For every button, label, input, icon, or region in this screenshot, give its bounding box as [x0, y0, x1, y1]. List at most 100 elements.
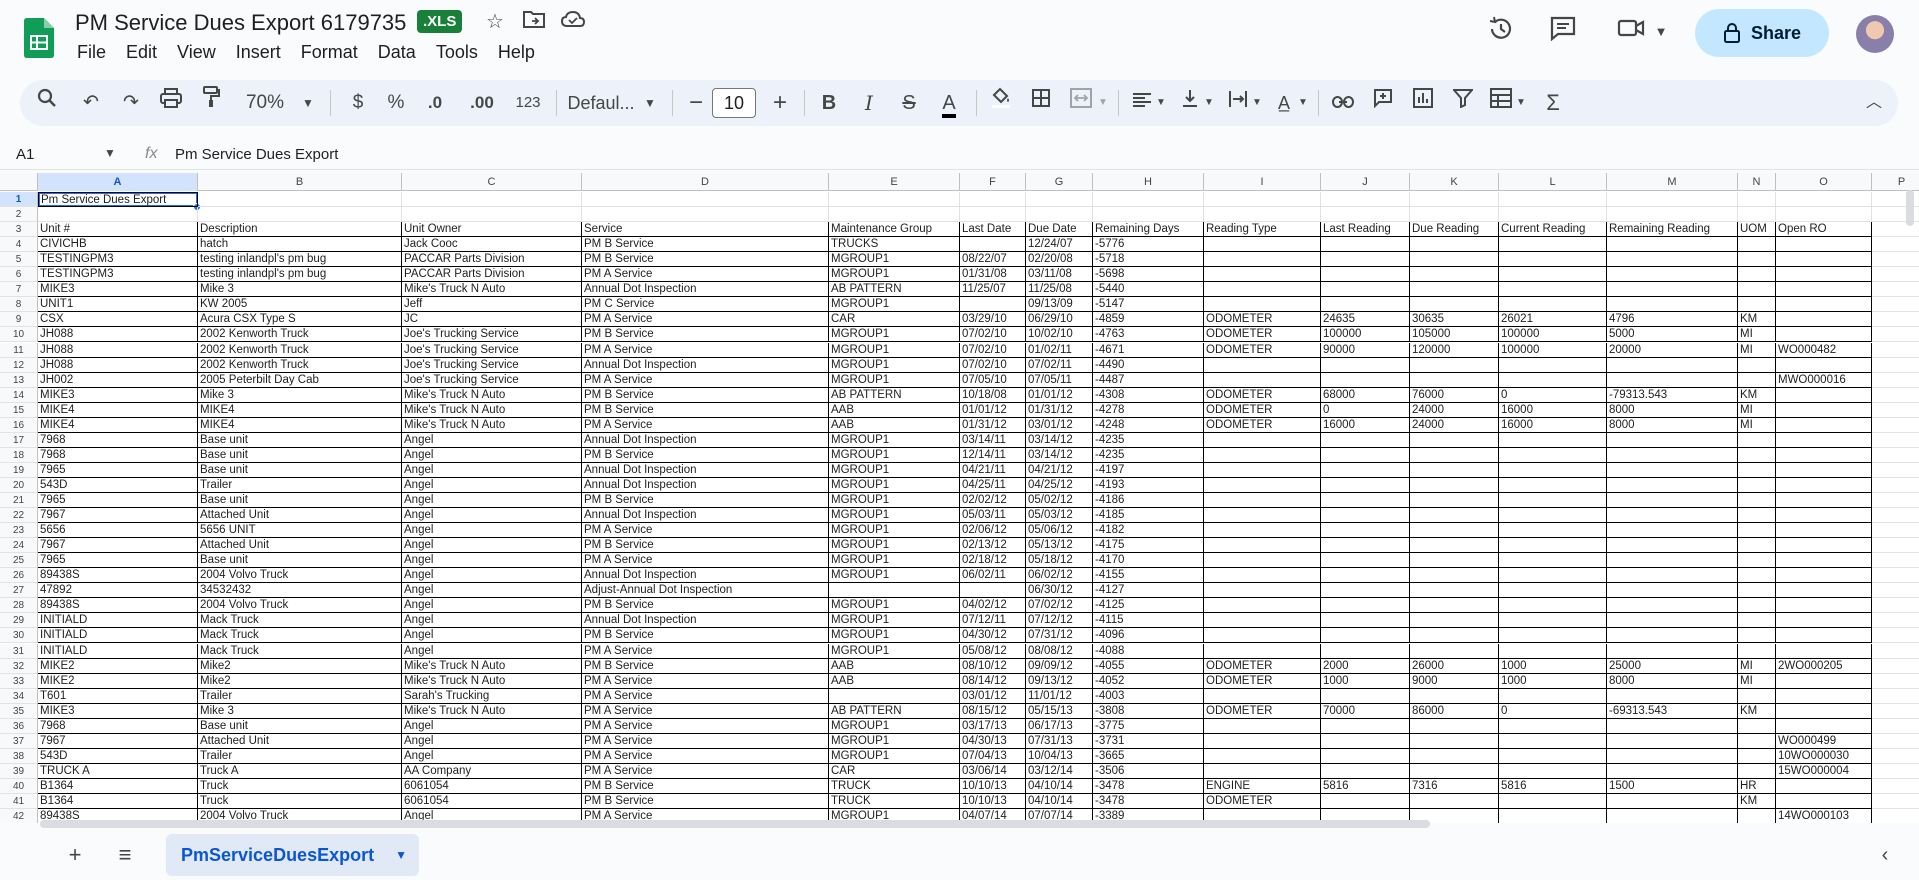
- cell[interactable]: [1321, 477, 1410, 493]
- column-header-c[interactable]: C: [402, 173, 582, 191]
- cell[interactable]: [960, 583, 1026, 599]
- row-header[interactable]: 38: [0, 748, 38, 764]
- menu-data[interactable]: Data: [378, 42, 416, 63]
- select-all-corner[interactable]: [0, 173, 38, 191]
- cell[interactable]: -4127: [1093, 583, 1204, 599]
- cell[interactable]: [1499, 553, 1607, 569]
- cell[interactable]: 08/15/12: [960, 703, 1026, 719]
- cell[interactable]: [1204, 462, 1321, 478]
- cell[interactable]: [1607, 462, 1738, 478]
- cell[interactable]: [1776, 192, 1872, 207]
- cell[interactable]: ODOMETER: [1204, 402, 1321, 418]
- cell[interactable]: 05/06/12: [1026, 523, 1093, 539]
- currency-format-button[interactable]: $: [346, 80, 370, 126]
- cell[interactable]: 01/02/11: [1026, 342, 1093, 358]
- cell[interactable]: 02/13/12: [960, 538, 1026, 554]
- cell[interactable]: Angel: [402, 432, 582, 448]
- cell[interactable]: WO000499: [1776, 733, 1872, 749]
- cell[interactable]: [1872, 644, 1919, 659]
- cell[interactable]: [1321, 372, 1410, 388]
- cell[interactable]: MGROUP1: [829, 643, 960, 659]
- cell[interactable]: [1410, 598, 1499, 614]
- cell[interactable]: [1872, 809, 1919, 823]
- cell[interactable]: MGROUP1: [829, 297, 960, 313]
- cell[interactable]: 06/30/12: [1026, 583, 1093, 599]
- cell[interactable]: [1410, 297, 1499, 313]
- cell[interactable]: [1321, 237, 1410, 253]
- cell[interactable]: [1499, 372, 1607, 388]
- cell[interactable]: PM C Service: [582, 297, 829, 313]
- cell[interactable]: [1321, 613, 1410, 629]
- cell[interactable]: [1776, 252, 1872, 268]
- cell[interactable]: MIKE2: [38, 673, 198, 689]
- cell[interactable]: [1776, 538, 1872, 554]
- cell[interactable]: [1872, 448, 1919, 463]
- cell[interactable]: [1872, 583, 1919, 599]
- menu-view[interactable]: View: [177, 42, 216, 63]
- collapse-toolbar-chevron-up-icon[interactable]: ︿: [1862, 80, 1886, 126]
- row-header[interactable]: 27: [0, 583, 38, 599]
- cell[interactable]: [1776, 237, 1872, 253]
- cell[interactable]: [1410, 477, 1499, 493]
- column-header-p[interactable]: P: [1872, 173, 1919, 191]
- cell[interactable]: [1321, 508, 1410, 524]
- row-header[interactable]: 33: [0, 673, 38, 689]
- cell[interactable]: [1607, 598, 1738, 614]
- cell[interactable]: 2005 Peterbilt Day Cab: [198, 372, 402, 388]
- cell[interactable]: Current Reading: [1499, 222, 1607, 238]
- more-formats-button[interactable]: 123: [510, 80, 546, 126]
- zoom-chevron-down-icon[interactable]: ▼: [300, 80, 316, 126]
- cell[interactable]: MI: [1738, 417, 1776, 433]
- cell[interactable]: 7967: [38, 733, 198, 749]
- cell[interactable]: 105000: [1410, 327, 1499, 343]
- cell[interactable]: [1499, 493, 1607, 508]
- cell[interactable]: 7965: [38, 553, 198, 569]
- cell[interactable]: [1499, 297, 1607, 313]
- undo-icon[interactable]: ↶: [76, 80, 106, 126]
- cell[interactable]: [1872, 312, 1919, 328]
- cell[interactable]: CIVICHB: [38, 237, 198, 253]
- cell[interactable]: Sarah's Trucking: [402, 688, 582, 704]
- cell[interactable]: [1776, 327, 1872, 343]
- cell[interactable]: PM B Service: [582, 493, 829, 508]
- cell[interactable]: B1364: [38, 794, 198, 809]
- cell[interactable]: Last Reading: [1321, 222, 1410, 238]
- cell[interactable]: 06/02/12: [1026, 568, 1093, 584]
- cell[interactable]: -4193: [1093, 477, 1204, 493]
- cell[interactable]: Annual Dot Inspection: [582, 282, 829, 298]
- cell[interactable]: [829, 583, 960, 599]
- menu-format[interactable]: Format: [301, 42, 358, 63]
- cell[interactable]: Mike2: [198, 658, 402, 674]
- cell[interactable]: Angel: [402, 643, 582, 659]
- cell[interactable]: Annual Dot Inspection: [582, 462, 829, 478]
- cell[interactable]: 10/18/08: [960, 387, 1026, 403]
- row-header[interactable]: 37: [0, 733, 38, 749]
- cell[interactable]: PM B Service: [582, 237, 829, 253]
- cell[interactable]: MI: [1738, 658, 1776, 674]
- cell[interactable]: [1607, 237, 1738, 253]
- row-header[interactable]: 20: [0, 477, 38, 493]
- cell[interactable]: -4155: [1093, 568, 1204, 584]
- cell[interactable]: PM A Service: [582, 312, 829, 328]
- cell[interactable]: MGROUP1: [829, 508, 960, 524]
- row-header[interactable]: 14: [0, 387, 38, 403]
- cell[interactable]: -5440: [1093, 282, 1204, 298]
- cell[interactable]: [1204, 267, 1321, 283]
- cell[interactable]: [1499, 477, 1607, 493]
- cell[interactable]: MGROUP1: [829, 432, 960, 448]
- cell[interactable]: PM B Service: [582, 658, 829, 674]
- row-header[interactable]: 18: [0, 447, 38, 463]
- cell[interactable]: 2WO000205: [1776, 658, 1872, 674]
- cell[interactable]: Annual Dot Inspection: [582, 432, 829, 448]
- cell[interactable]: [1499, 613, 1607, 629]
- cell[interactable]: PM A Service: [582, 703, 829, 719]
- cell[interactable]: WO000482: [1776, 342, 1872, 358]
- row-header[interactable]: 39: [0, 763, 38, 779]
- row-header[interactable]: 13: [0, 372, 38, 388]
- cell[interactable]: [1410, 568, 1499, 584]
- cell[interactable]: [1738, 613, 1776, 629]
- cell[interactable]: 86000: [1410, 703, 1499, 719]
- cell[interactable]: [1872, 388, 1919, 403]
- cell[interactable]: [1776, 703, 1872, 719]
- cell[interactable]: Mack Truck: [198, 628, 402, 644]
